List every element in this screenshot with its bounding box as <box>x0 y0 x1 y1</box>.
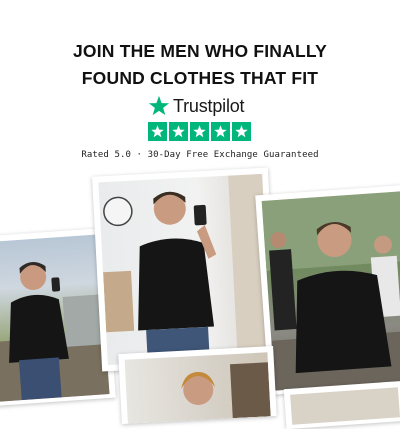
headline-line-1: JOIN THE MEN WHO FINALLY <box>72 41 328 61</box>
trustpilot-star-icon <box>148 95 170 116</box>
customer-photo-center <box>92 167 278 372</box>
photo-image <box>290 387 400 425</box>
trustpilot-logo: Trustpilot <box>148 95 258 117</box>
trustpilot-wordmark: Trustpilot <box>173 95 245 116</box>
customer-photo-bottom <box>118 345 277 425</box>
star-icon <box>190 122 209 141</box>
photo-image <box>0 234 110 402</box>
headline: JOIN THE MEN WHO FINALLY FOUND CLOTHES T… <box>0 38 400 92</box>
customer-photo-bottom-right <box>283 380 400 429</box>
headline-line-2: FOUND CLOTHES THAT FIT <box>81 68 319 88</box>
photo-image <box>124 352 271 424</box>
trustpilot-stars <box>148 122 251 141</box>
star-icon <box>211 122 230 141</box>
rating-line: Rated 5.0 · 30-Day Free Exchange Guarant… <box>81 150 319 160</box>
star-icon <box>148 122 167 141</box>
customer-photo-right <box>255 185 400 395</box>
photo-image <box>261 191 400 391</box>
star-icon <box>169 122 188 141</box>
star-icon <box>232 122 251 141</box>
photo-image <box>98 173 272 366</box>
